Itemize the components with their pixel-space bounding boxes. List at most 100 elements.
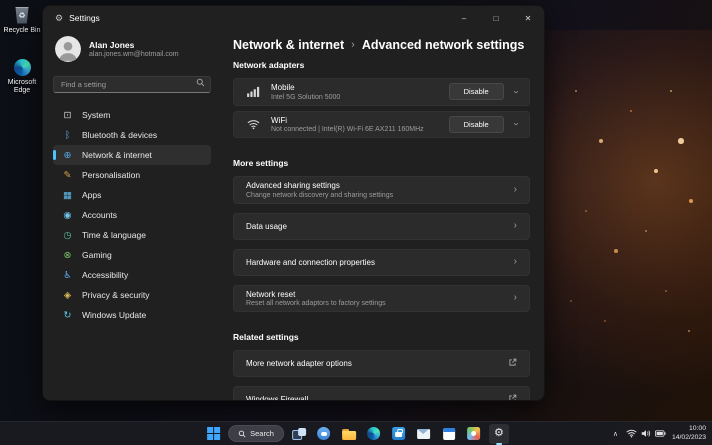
sidebar-item-time-language[interactable]: ◷ Time & language [53,225,211,245]
chat-icon [317,427,331,440]
time-language-icon: ◷ [63,229,72,241]
sidebar-item-apps[interactable]: ▦ Apps [53,185,211,205]
sidebar-item-label: Network & internet [82,150,152,160]
taskbar-edge-button[interactable] [364,424,384,444]
tray-status-icons[interactable] [626,429,666,438]
personalisation-icon: ✎ [63,169,72,181]
sidebar-item-label: Bluetooth & devices [82,130,158,140]
sidebar-item-system[interactable]: ⊡ System [53,105,211,125]
sidebar-item-label: Accessibility [82,270,129,280]
page-title: Advanced network settings [361,38,525,52]
external-link-icon [508,358,517,370]
windows-logo-icon [206,427,220,440]
card-subtitle: Reset all network adaptors to factory se… [246,300,386,307]
adapter-subtitle: Not connected | Intel(R) Wi-Fi 6E AX211 … [271,126,424,133]
adapter-subtitle: Intel 5G Solution 5000 [271,93,341,101]
disable-button[interactable]: Disable [448,83,504,101]
titlebar[interactable]: ⚙ Settings – □ ✕ [43,6,544,30]
profile-name: Alan Jones [89,40,135,50]
sidebar-item-bluetooth-devices[interactable]: ᛒ Bluetooth & devices [53,125,211,145]
card-title: Windows Firewall [246,395,309,400]
start-button[interactable] [203,424,223,444]
adapter-card-mobile[interactable]: Mobile Intel 5G Solution 5000 Disable › [233,78,530,106]
taskbar-chat-button[interactable] [314,424,334,444]
tray-date: 14/02/2023 [671,433,706,441]
settings-search-input[interactable] [53,76,211,93]
sidebar-item-windows-update[interactable]: ↻ Windows Update [53,305,211,325]
tray-clock[interactable]: 10:00 14/02/2023 [672,425,706,443]
card-data-usage[interactable]: Data usage › [233,212,530,240]
sidebar-nav: ⊡ System ᛒ Bluetooth & devices ⊕ Network… [53,105,211,325]
system-icon: ⊡ [63,109,72,121]
card-network-reset[interactable]: Network reset Reset all network adaptors… [233,284,530,312]
sidebar-item-accessibility[interactable]: ♿ Accessibility [53,265,211,285]
chevron-right-icon: › [513,183,517,195]
maximize-button[interactable]: □ [480,6,512,30]
tray-battery-icon [654,430,666,437]
chevron-right-icon: › [513,220,517,231]
taskbar-calendar-button[interactable] [439,424,459,444]
card-title: Data usage [246,221,287,231]
taskbar-search-label: Search [250,429,274,438]
wallpaper-sparkles [0,0,2,2]
taskbar-store-button[interactable] [389,424,409,444]
sidebar-item-privacy-security[interactable]: ◈ Privacy & security [53,285,211,305]
card-title: Advanced sharing settings [246,181,340,190]
chevron-down-icon[interactable]: › [510,123,521,126]
sidebar-item-accounts[interactable]: ◉ Accounts [53,205,211,225]
wifi-icon [246,119,261,130]
desktop-icon-label: Microsoft Edge [7,79,37,95]
taskbar-photos-button[interactable] [464,424,484,444]
breadcrumb-parent[interactable]: Network & internet [233,38,344,52]
task-view-icon [291,427,306,440]
taskbar-mail-button[interactable] [414,424,434,444]
taskbar-search[interactable]: Search [228,425,284,442]
tray-chevron-up-icon[interactable]: ∧ [611,430,620,438]
minimize-button[interactable]: – [448,6,480,30]
taskbar-task-view-button[interactable] [289,424,309,444]
sidebar-item-label: Accounts [82,210,117,220]
card-title: More network adapter options [246,359,352,368]
settings-window: ⚙ Settings – □ ✕ Alan Jones alan.jones.w… [42,5,545,401]
card-title: Hardware and connection properties [246,257,375,267]
card-subtitle: Change network discovery and sharing set… [246,191,394,199]
calendar-icon [442,427,455,440]
sidebar-item-label: Windows Update [82,310,147,320]
chevron-down-icon[interactable]: › [510,90,521,93]
section-heading-more-settings: More settings [233,158,289,168]
desktop-icon-recycle-bin[interactable]: ♻ Recycle Bin [0,5,44,35]
tray-time: 10:00 [688,424,706,432]
privacy-security-icon: ◈ [63,289,72,301]
sidebar-item-gaming[interactable]: ⊗ Gaming [53,245,211,265]
tray-volume-icon [641,430,650,437]
section-heading-network-adapters: Network adapters [233,60,305,70]
avatar [55,36,81,62]
tray-wifi-icon [626,429,637,438]
desktop-icon-label: Recycle Bin [3,27,41,34]
card-more-network-adapter-options[interactable]: More network adapter options [233,350,530,377]
close-button[interactable]: ✕ [512,6,544,30]
card-hardware-connection-properties[interactable]: Hardware and connection properties › [233,248,530,276]
adapter-title: WiFi [271,115,287,125]
user-profile[interactable]: Alan Jones alan.jones.wm@hotmail.com [53,34,211,70]
chevron-right-icon: › [513,256,517,267]
window-title: Settings [69,13,100,23]
card-windows-firewall[interactable]: Windows Firewall [233,386,530,400]
mail-icon [417,428,431,439]
settings-gear-icon: ⚙ [493,427,504,439]
adapter-card-wifi[interactable]: WiFi Not connected | Intel(R) Wi-Fi 6E A… [233,110,530,138]
taskbar-settings-button[interactable]: ⚙ [488,423,509,444]
adapter-title: Mobile [271,83,295,92]
section-heading-related-settings: Related settings [233,332,299,342]
desktop-icon-microsoft-edge[interactable]: Microsoft Edge [0,57,44,95]
disable-button[interactable]: Disable [448,115,504,133]
profile-email: alan.jones.wm@hotmail.com [89,51,179,58]
sidebar-item-label: Privacy & security [82,290,150,300]
recycle-bin-icon: ♻ [12,5,32,25]
taskbar-file-explorer-button[interactable] [339,424,359,444]
breadcrumb: Network & internet › Advanced network se… [233,38,530,52]
sidebar-item-personalisation[interactable]: ✎ Personalisation [53,165,211,185]
sidebar-item-network-internet[interactable]: ⊕ Network & internet [53,145,211,165]
accounts-icon: ◉ [63,209,72,221]
card-advanced-sharing-settings[interactable]: Advanced sharing settings Change network… [233,176,530,204]
